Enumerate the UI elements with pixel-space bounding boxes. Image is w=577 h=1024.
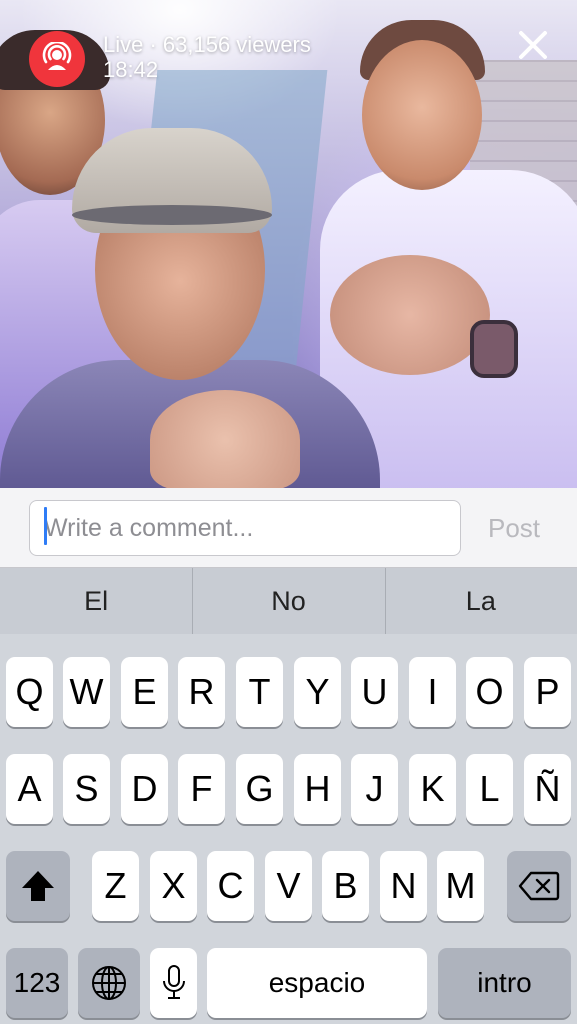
shift-arrow-icon bbox=[22, 871, 54, 901]
backspace-icon bbox=[518, 871, 560, 901]
key-x[interactable]: X bbox=[150, 851, 197, 921]
key-f[interactable]: F bbox=[178, 754, 225, 824]
key-y[interactable]: Y bbox=[294, 657, 341, 727]
post-button[interactable]: Post bbox=[488, 513, 540, 544]
key-s[interactable]: S bbox=[63, 754, 110, 824]
key-d[interactable]: D bbox=[121, 754, 168, 824]
key-q[interactable]: Q bbox=[6, 657, 53, 727]
microphone-icon bbox=[162, 965, 185, 999]
right-person-hands bbox=[330, 255, 490, 375]
return-key[interactable]: intro bbox=[438, 948, 571, 1018]
wristwatch bbox=[470, 320, 518, 378]
text-cursor bbox=[44, 507, 47, 545]
microphone-key[interactable] bbox=[150, 948, 197, 1018]
space-key[interactable]: espacio bbox=[207, 948, 427, 1018]
key-enye[interactable]: Ñ bbox=[524, 754, 571, 824]
key-h[interactable]: H bbox=[294, 754, 341, 824]
key-w[interactable]: W bbox=[63, 657, 110, 727]
key-m[interactable]: M bbox=[437, 851, 484, 921]
suggestion-item[interactable]: No bbox=[192, 568, 384, 634]
backspace-key[interactable] bbox=[507, 851, 571, 921]
cap-brim bbox=[72, 205, 272, 225]
key-l[interactable]: L bbox=[466, 754, 513, 824]
key-k[interactable]: K bbox=[409, 754, 456, 824]
comment-bar: Post bbox=[0, 488, 577, 568]
suggestion-item[interactable]: La bbox=[384, 568, 577, 634]
key-i[interactable]: I bbox=[409, 657, 456, 727]
live-broadcast-icon bbox=[29, 31, 85, 87]
key-u[interactable]: U bbox=[351, 657, 398, 727]
key-n[interactable]: N bbox=[380, 851, 427, 921]
live-info: Live · 63,156 viewers 18:42 bbox=[103, 33, 311, 83]
suggestion-bar: El No La bbox=[0, 568, 577, 634]
live-viewer-count: Live · 63,156 viewers bbox=[103, 32, 311, 57]
key-e[interactable]: E bbox=[121, 657, 168, 727]
live-duration: 18:42 bbox=[103, 57, 159, 82]
numbers-key[interactable]: 123 bbox=[6, 948, 68, 1018]
thumbs-up-hand bbox=[150, 390, 300, 488]
key-z[interactable]: Z bbox=[92, 851, 139, 921]
key-r[interactable]: R bbox=[178, 657, 225, 727]
key-o[interactable]: O bbox=[466, 657, 513, 727]
key-b[interactable]: B bbox=[322, 851, 369, 921]
comment-input[interactable] bbox=[29, 500, 461, 556]
globe-key[interactable] bbox=[78, 948, 140, 1018]
right-person-head bbox=[362, 40, 482, 190]
suggestion-item[interactable]: El bbox=[0, 568, 192, 634]
key-v[interactable]: V bbox=[265, 851, 312, 921]
keyboard: El No La Q W E R T Y U I O P A S D F G H… bbox=[0, 568, 577, 1024]
key-p[interactable]: P bbox=[524, 657, 571, 727]
live-video: Live · 63,156 viewers 18:42 bbox=[0, 0, 577, 488]
key-g[interactable]: G bbox=[236, 754, 283, 824]
key-j[interactable]: J bbox=[351, 754, 398, 824]
close-icon[interactable] bbox=[514, 26, 552, 64]
key-t[interactable]: T bbox=[236, 657, 283, 727]
globe-icon bbox=[92, 966, 126, 1000]
shift-key[interactable] bbox=[6, 851, 70, 921]
key-c[interactable]: C bbox=[207, 851, 254, 921]
key-a[interactable]: A bbox=[6, 754, 53, 824]
